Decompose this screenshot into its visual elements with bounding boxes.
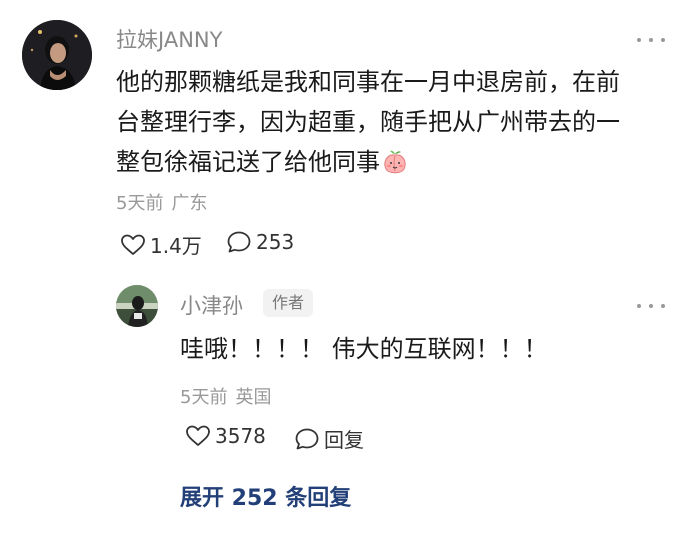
comment-location: 广东 (171, 193, 208, 214)
reply-text: 哇哦！！！！ 伟大的互联网！！！ (180, 335, 548, 363)
reply-time: 5天前 (180, 387, 228, 408)
reply-location: 英国 (235, 387, 272, 408)
comment-line: 他的那颗糖纸是我和同事在一月中退房前，在前 (116, 68, 620, 96)
reply-count: 253 (256, 230, 295, 254)
comment-time: 5天前 (116, 193, 164, 214)
comment-line: 台整理行李，因为超重，随手把从广州带去的一 (116, 108, 620, 136)
comment-meta: 5天前 广东 (116, 189, 207, 215)
avatar[interactable] (22, 20, 92, 90)
expand-replies-link[interactable]: 展开 252 条回复 (180, 480, 351, 512)
comment-thread: 拉妹JANNY 他的那颗糖纸是我和同事在一月中退房前，在前 台整理行李，因为超重… (0, 0, 690, 538)
reply-like-button[interactable]: 3578 (185, 424, 266, 448)
comment-text: 他的那颗糖纸是我和同事在一月中退房前，在前 台整理行李，因为超重，随手把从广州带… (116, 62, 620, 187)
heart-outline-icon (186, 425, 210, 446)
speech-bubble-icon (295, 428, 319, 449)
more-dots-icon[interactable] (637, 32, 665, 48)
author-badge: 作者 (263, 289, 314, 317)
reply-button[interactable]: 回复 (294, 424, 364, 453)
peach-emoji-icon (382, 147, 408, 187)
comment-line-last: 整包徐福记送了给他同事 (116, 142, 620, 187)
reply-label: 回复 (324, 428, 364, 452)
like-button[interactable]: 1.4万 (120, 230, 202, 259)
comment-count-button[interactable]: 253 (226, 230, 294, 254)
reply-like-count: 3578 (215, 424, 266, 448)
comment-username[interactable]: 拉妹JANNY (116, 24, 222, 54)
reply-username[interactable]: 小津孙 (180, 290, 243, 320)
heart-outline-icon (121, 234, 145, 255)
more-dots-icon[interactable] (637, 298, 665, 314)
reply-avatar[interactable] (116, 285, 158, 327)
speech-bubble-icon (227, 231, 251, 253)
comment-line: 整包徐福记送了给他同事 (116, 148, 380, 176)
like-count: 1.4万 (150, 234, 202, 258)
reply-meta: 5天前 英国 (180, 383, 271, 409)
